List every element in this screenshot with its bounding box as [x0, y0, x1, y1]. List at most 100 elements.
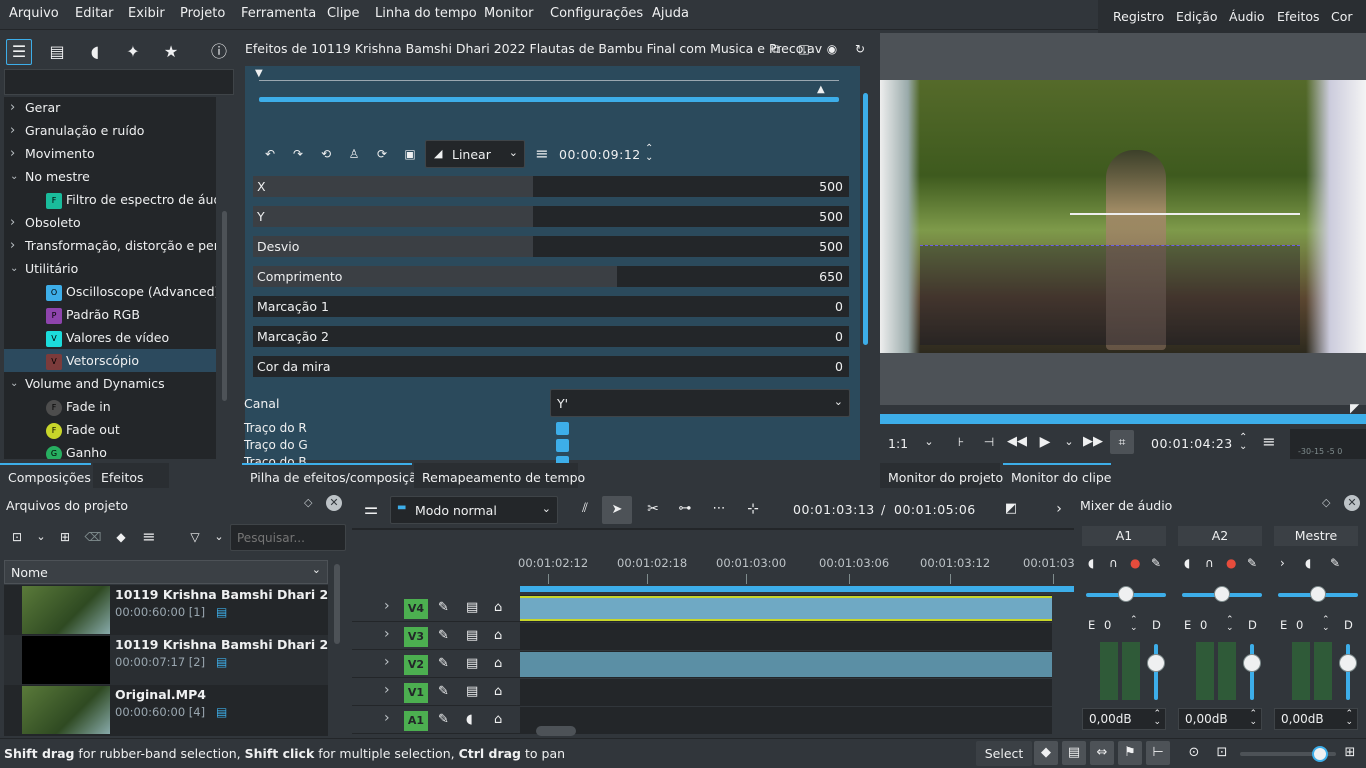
filter-icon[interactable]: ▽: [184, 526, 206, 548]
chevron-right-icon[interactable]: ›: [384, 626, 390, 642]
bin-clip-row[interactable]: 10119 Krishna Bamshi Dhari 2022 Fl 00:00:…: [4, 635, 328, 685]
keyframe-prev-icon[interactable]: ↷: [287, 143, 309, 165]
monitor-timecode[interactable]: 00:01:04:23: [1151, 436, 1233, 451]
chevron-down-icon[interactable]: ⌄: [30, 526, 52, 548]
zoom-slider-handle[interactable]: [1312, 746, 1328, 762]
timeline-clip[interactable]: [520, 652, 1052, 677]
chevron-right-icon[interactable]: ›: [384, 654, 390, 670]
keyframe-sync-icon[interactable]: ⟳: [371, 143, 393, 165]
balance-value[interactable]: 0: [1200, 618, 1207, 632]
mark-out-icon[interactable]: ⊣: [978, 431, 1000, 453]
more-tools-icon[interactable]: ⋯: [708, 498, 730, 520]
layout-registro[interactable]: Registro: [1113, 9, 1164, 24]
zoom-slider[interactable]: [1240, 746, 1336, 762]
video-icon[interactable]: ▤: [466, 684, 478, 699]
monitor-seekbar[interactable]: [880, 414, 1366, 424]
pan-slider[interactable]: [1278, 586, 1358, 602]
layout-audio[interactable]: Áudio: [1229, 9, 1265, 24]
trash-icon[interactable]: ⌫: [82, 526, 104, 548]
menu-linha-do-tempo[interactable]: Linha do tempo: [375, 6, 477, 21]
chevron-right-icon[interactable]: ›: [10, 234, 15, 257]
track-edit-icon[interactable]: ✎: [438, 712, 449, 727]
chevron-right-icon[interactable]: ›: [384, 710, 390, 726]
list-icon[interactable]: ☰: [6, 39, 32, 65]
tag-icon[interactable]: ◆: [1034, 741, 1058, 765]
menu-projeto[interactable]: Projeto: [180, 6, 225, 21]
volume-fader-handle[interactable]: [1147, 654, 1165, 672]
timeline-track[interactable]: ✎ ▤ ⌂ › V4: [352, 595, 1052, 622]
chevron-right-icon[interactable]: ›: [10, 142, 15, 165]
slip-tool-icon[interactable]: ⊶: [674, 498, 696, 520]
tree-folder[interactable]: › Obsoleto: [4, 211, 216, 234]
audio-effects-icon[interactable]: ◖: [84, 41, 106, 63]
param-slider[interactable]: Cor da mira 0: [253, 356, 849, 377]
tree-folder[interactable]: › Granulação e ruído: [4, 119, 216, 142]
pan-slider[interactable]: [1182, 586, 1262, 602]
keyframe-next-icon[interactable]: ⟲: [315, 143, 337, 165]
select-button[interactable]: Select: [976, 741, 1032, 766]
volume-fader[interactable]: [1243, 644, 1261, 700]
tab-pilha-de-efeitos[interactable]: Pilha de efeitos/composição: [242, 463, 424, 488]
timeline-settings-icon[interactable]: ⚌: [360, 498, 382, 520]
track-edit-icon[interactable]: ✎: [438, 684, 449, 699]
reset-icon[interactable]: ↻: [849, 38, 871, 60]
video-icon[interactable]: ▤: [466, 600, 478, 615]
close-icon[interactable]: ✕: [326, 495, 342, 511]
timeline-ruler[interactable]: 00:01:02:12 00:01:02:18 00:01:03:00 00:01:0…: [518, 552, 1075, 586]
volume-fader[interactable]: [1339, 644, 1357, 700]
float-icon[interactable]: ◇: [1322, 496, 1330, 509]
snap-icon[interactable]: ⊢: [1146, 741, 1170, 765]
tree-effect-item[interactable]: F Filtro de espectro de áudio: [4, 188, 216, 211]
effect-icon[interactable]: ✎: [1330, 556, 1340, 570]
db-spinner-icon[interactable]: ⌃ ⌄: [1345, 710, 1353, 727]
track-label[interactable]: A1: [404, 711, 428, 731]
volume-db-field[interactable]: 0,00dB ⌃ ⌄: [1178, 708, 1262, 730]
menu-clipe[interactable]: Clipe: [327, 6, 360, 21]
keyframe-add-icon[interactable]: ↶: [259, 143, 281, 165]
seek-marker-icon[interactable]: ◤: [1350, 401, 1359, 415]
timeline-track[interactable]: ✎ ◖ ⌂ › A1: [352, 707, 1052, 734]
markers-icon[interactable]: ⚑: [1118, 741, 1142, 765]
thumbnails-icon[interactable]: ▤: [1062, 741, 1086, 765]
chevron-right-icon[interactable]: ›: [10, 211, 15, 234]
keyframe-timecode[interactable]: 00:00:09:12: [559, 147, 641, 162]
folder-icon[interactable]: ⊞: [54, 526, 76, 548]
speaker-icon[interactable]: ◖: [1088, 556, 1094, 570]
headphones-icon[interactable]: ∩: [1205, 556, 1214, 570]
track-edit-icon[interactable]: ✎: [438, 628, 449, 643]
expand-icon[interactable]: ›: [1280, 556, 1285, 570]
effect-icon[interactable]: ✎: [1151, 556, 1161, 570]
param-slider[interactable]: Y 500: [253, 206, 849, 227]
param-slider[interactable]: Comprimento 650: [253, 266, 849, 287]
favorite-star-icon[interactable]: ★: [160, 41, 182, 63]
menu-monitor[interactable]: Monitor: [484, 6, 533, 21]
param-slider[interactable]: Marcação 2 0: [253, 326, 849, 347]
chevron-down-icon[interactable]: ⌄: [10, 257, 18, 280]
edit-mode-select[interactable]: ▬ Modo normal ⌄: [390, 496, 558, 524]
keyframe-marker-end[interactable]: ▲: [817, 84, 827, 95]
track-label[interactable]: V4: [404, 599, 428, 619]
volume-db-field[interactable]: 0,00dB ⌃ ⌄: [1274, 708, 1358, 730]
menu-exibir[interactable]: Exibir: [128, 6, 165, 21]
timeline-track[interactable]: ✎ ▤ ⌂ › V1: [352, 679, 1052, 706]
menu-ajuda[interactable]: Ajuda: [652, 6, 689, 21]
timecode-spinner-icon[interactable]: ⌃ ⌄: [1239, 433, 1247, 452]
zoom-ratio[interactable]: 1:1: [888, 436, 908, 451]
insert-tool-icon[interactable]: ⊹: [742, 498, 764, 520]
param-slider[interactable]: X 500: [253, 176, 849, 197]
chevron-down-icon[interactable]: ⌄: [10, 372, 18, 395]
pan-slider-handle[interactable]: [1118, 586, 1134, 602]
track-area[interactable]: [520, 679, 1052, 706]
overview-icon[interactable]: ◩: [1000, 498, 1022, 520]
hamburger-menu-icon[interactable]: ≡: [138, 526, 160, 548]
chevron-right-icon[interactable]: ›: [10, 97, 15, 119]
tree-effect-item[interactable]: G Ganho: [4, 441, 216, 459]
bin-clip-row[interactable]: 10119 Krishna Bamshi Dhari 2022 Fl 00:00:…: [4, 585, 328, 635]
menu-configuracoes[interactable]: Configurações: [550, 6, 643, 21]
zoom-out-icon[interactable]: ⊡: [1210, 741, 1234, 765]
track-label[interactable]: V2: [404, 655, 428, 675]
tree-effect-item[interactable]: V Vetorscópio: [4, 349, 216, 372]
balance-spinner-icon[interactable]: ⌃ ⌄: [1130, 616, 1138, 633]
close-icon[interactable]: ✕: [1344, 495, 1360, 511]
timeline-track[interactable]: ✎ ▤ ⌂ › V2: [352, 651, 1052, 678]
